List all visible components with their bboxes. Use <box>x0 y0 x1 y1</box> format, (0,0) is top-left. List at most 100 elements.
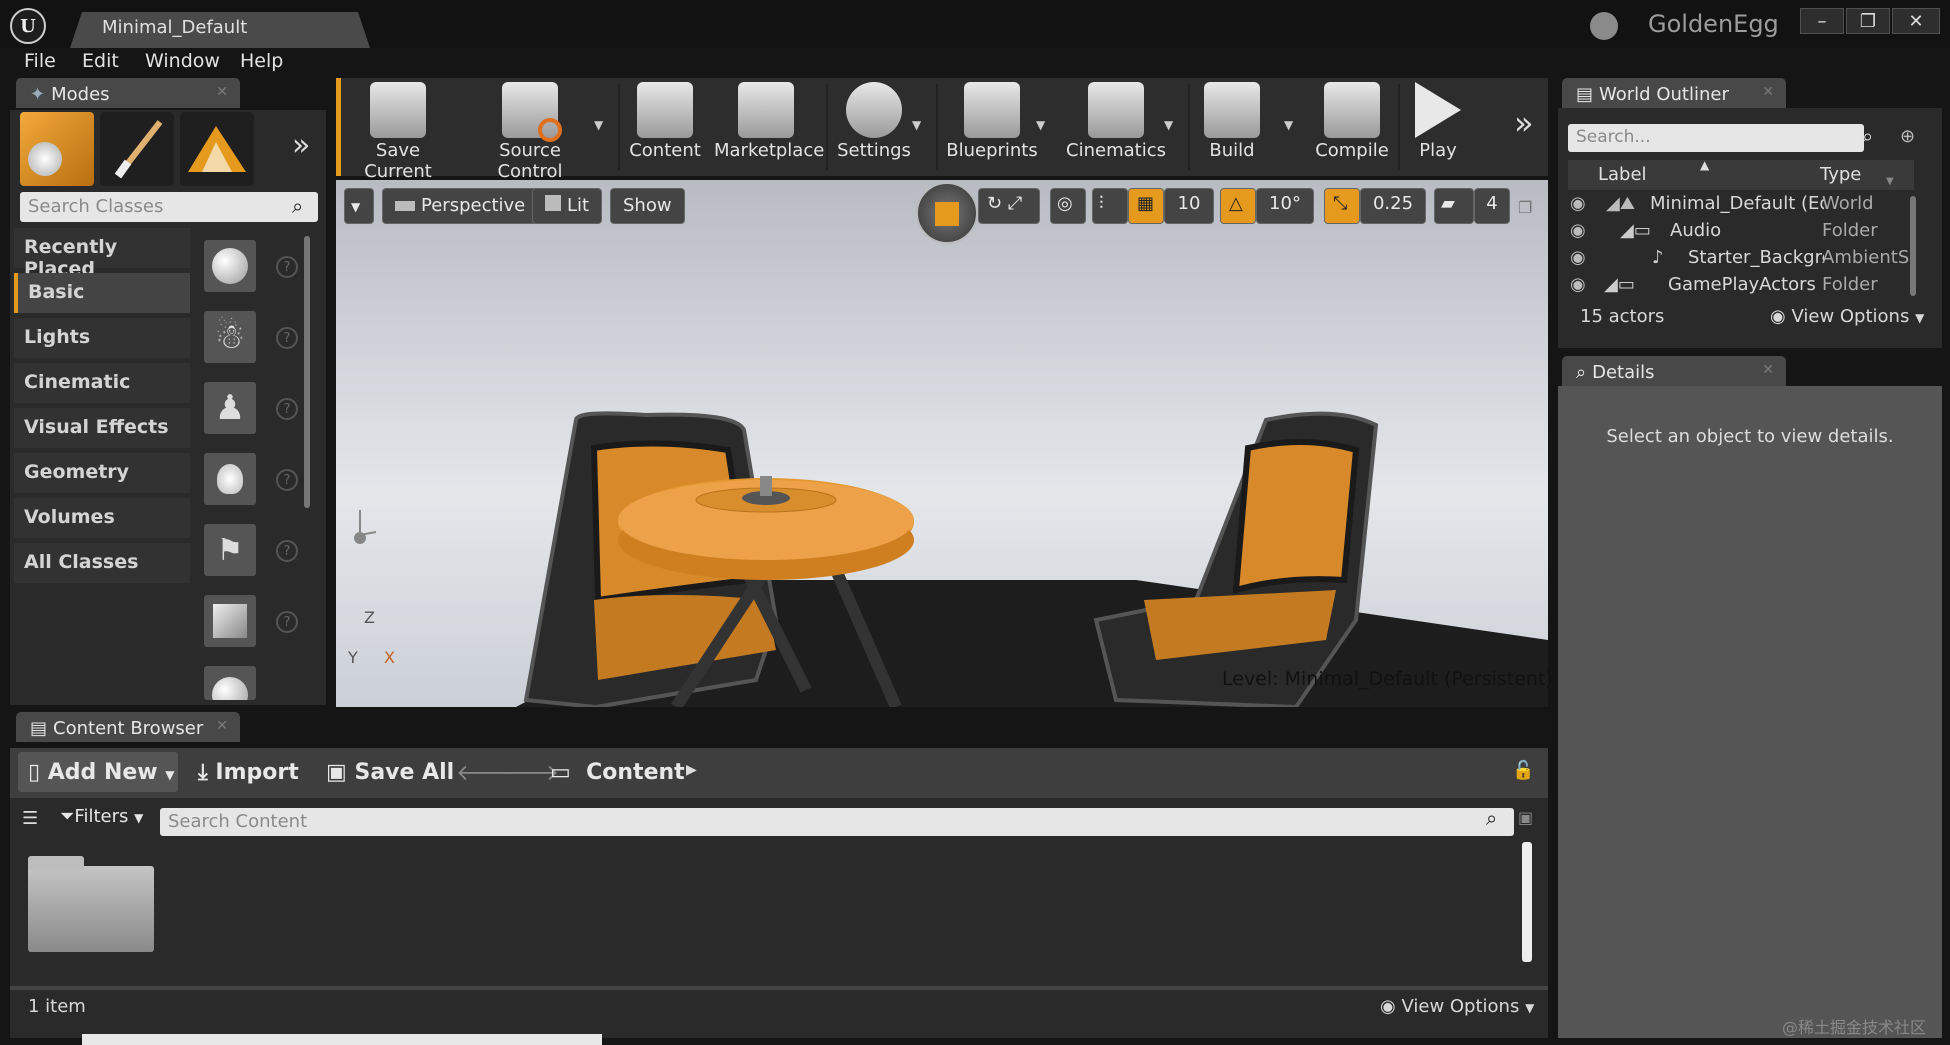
import-button[interactable]: ⤓ Import <box>198 752 299 792</box>
help-icon[interactable]: ? <box>276 540 298 562</box>
camera-speed-value[interactable]: 4 <box>1474 188 1510 224</box>
help-icon[interactable]: ? <box>276 327 298 349</box>
help-icon[interactable]: ? <box>276 469 298 491</box>
search-icon[interactable]: ⌕ <box>292 194 303 218</box>
category-basic[interactable]: Basic <box>14 273 190 313</box>
search-icon[interactable]: ⌕ <box>1862 124 1873 148</box>
light-bulb-icon[interactable] <box>204 453 256 505</box>
search-classes-input[interactable]: Search Classes <box>20 192 318 222</box>
menu-window[interactable]: Window <box>145 50 220 72</box>
outliner-scrollbar[interactable] <box>1910 196 1916 296</box>
eye-icon[interactable]: ◉ <box>1570 220 1586 241</box>
place-mode-button[interactable] <box>20 112 94 186</box>
camera-speed-button[interactable]: ▰ <box>1434 188 1474 224</box>
path-content[interactable]: ▭ Content <box>550 752 685 792</box>
chevron-down-icon[interactable]: ▼ <box>594 118 603 132</box>
add-new-button[interactable]: ▯ Add New ▼ <box>18 752 178 792</box>
help-icon[interactable]: ? <box>276 611 298 633</box>
category-cinematic[interactable]: Cinematic <box>14 363 190 403</box>
minimize-button[interactable]: – <box>1800 8 1844 34</box>
eye-icon[interactable]: ◉ <box>1570 274 1586 295</box>
save-all-button[interactable]: ▣ Save All <box>326 752 454 792</box>
outliner-search-input[interactable]: Search... <box>1568 124 1864 152</box>
grid-snap-toggle[interactable]: ▦ <box>1128 188 1164 224</box>
paint-mode-button[interactable] <box>100 112 174 186</box>
chevron-down-icon[interactable]: ▼ <box>1886 176 1894 187</box>
sphere-icon[interactable] <box>204 666 256 700</box>
content-view-options-button[interactable]: ◉ View Options ▼ <box>1380 996 1534 1017</box>
modes-scrollbar[interactable] <box>304 236 310 508</box>
translate-gizmo[interactable] <box>916 182 978 244</box>
close-icon[interactable]: ✕ <box>1762 84 1774 100</box>
source-control-button[interactable]: Source Control <box>466 82 594 182</box>
maximize-viewport-icon[interactable]: ❐ <box>1518 198 1532 217</box>
level-viewport[interactable] <box>336 180 1548 707</box>
category-all-classes[interactable]: All Classes <box>14 543 190 583</box>
world-outliner-tab[interactable]: ▤ World Outliner ✕ <box>1562 78 1786 108</box>
help-icon[interactable]: ? <box>276 256 298 278</box>
category-visual-effects[interactable]: Visual Effects <box>14 408 190 448</box>
save-current-button[interactable]: Save Current <box>346 82 450 182</box>
cinematics-button[interactable]: Cinematics <box>1066 82 1166 172</box>
blueprints-button[interactable]: Blueprints <box>946 82 1038 172</box>
chevron-down-icon[interactable]: ▼ <box>1036 118 1045 132</box>
pawn-icon[interactable]: ♟ <box>204 382 256 434</box>
category-volumes[interactable]: Volumes <box>14 498 190 538</box>
toolbar-expand-icon[interactable]: » <box>1514 104 1534 142</box>
scale-snap-toggle[interactable]: ⤡ <box>1324 188 1360 224</box>
player-start-icon[interactable]: ⚑ <box>204 524 256 576</box>
sources-panel-toggle-icon[interactable]: ☰ <box>22 808 38 829</box>
search-icon[interactable]: ⌕ <box>1486 806 1497 830</box>
category-geometry[interactable]: Geometry <box>14 453 190 493</box>
menu-file[interactable]: File <box>24 50 56 72</box>
close-icon[interactable]: ✕ <box>1762 362 1774 378</box>
outliner-row[interactable]: ◉ ◢⛰ Minimal_Default (Ed World <box>1566 193 1912 220</box>
surface-snap-button[interactable]: ⫶ <box>1092 188 1128 224</box>
chevron-down-icon[interactable]: ▼ <box>1164 118 1173 132</box>
menu-edit[interactable]: Edit <box>82 50 119 72</box>
column-type-header[interactable]: Type <box>1820 164 1861 185</box>
menu-help[interactable]: Help <box>240 50 283 72</box>
outliner-row[interactable]: ◉ ♪ Starter_Backgrc AmbientSo <box>1566 247 1912 274</box>
close-window-button[interactable]: ✕ <box>1892 8 1940 34</box>
eye-icon[interactable]: ◉ <box>1570 193 1586 214</box>
lock-icon[interactable]: 🔓 <box>1512 760 1534 781</box>
add-actor-icon[interactable]: ⊕ <box>1900 126 1915 147</box>
lit-button[interactable]: Lit <box>532 188 603 224</box>
outliner-row[interactable]: ◉ ◢▭ GamePlayActors Folder <box>1566 274 1912 296</box>
eye-icon[interactable]: ◉ <box>1570 247 1586 268</box>
viewport-options-button[interactable]: ▼ <box>344 188 374 224</box>
chevron-right-icon[interactable]: ▶ <box>686 762 697 778</box>
maximize-button[interactable]: ❐ <box>1846 8 1890 34</box>
rotation-snap-toggle[interactable]: △ <box>1220 188 1256 224</box>
play-button[interactable]: Play <box>1404 82 1472 172</box>
landscape-mode-button[interactable] <box>180 112 254 186</box>
rotation-snap-value[interactable]: 10° <box>1256 188 1314 224</box>
document-tab[interactable]: Minimal_Default <box>70 12 370 48</box>
chevron-down-icon[interactable]: ▼ <box>912 118 921 132</box>
settings-button[interactable]: Settings <box>836 82 912 172</box>
build-button[interactable]: Build <box>1200 82 1264 172</box>
folder-icon[interactable] <box>28 856 154 952</box>
details-tab[interactable]: ⌕ Details ✕ <box>1562 356 1786 386</box>
cube-icon[interactable] <box>204 595 256 647</box>
show-button[interactable]: Show <box>610 188 685 224</box>
content-button[interactable]: Content <box>628 82 702 172</box>
perspective-button[interactable]: Perspective <box>382 188 539 224</box>
category-recently-placed[interactable]: Recently Placed <box>14 228 190 280</box>
column-label-header[interactable]: Label <box>1598 164 1647 185</box>
modes-tab[interactable]: ✦ Modes ✕ <box>16 78 240 108</box>
search-content-input[interactable]: Search Content <box>160 808 1514 836</box>
content-browser-tab[interactable]: ▤ Content Browser ✕ <box>16 712 240 742</box>
marketplace-button[interactable]: Marketplace <box>714 82 824 172</box>
save-search-icon[interactable]: ▣ <box>1518 808 1533 827</box>
close-icon[interactable]: ✕ <box>216 84 228 100</box>
modes-expand-icon[interactable]: » <box>292 128 310 163</box>
outliner-row[interactable]: ◉ ◢▭ Audio Folder <box>1566 220 1912 247</box>
world-space-button[interactable]: ◎ <box>1050 188 1086 224</box>
grid-snap-value[interactable]: 10 <box>1164 188 1214 224</box>
content-scrollbar[interactable] <box>1522 842 1532 962</box>
mannequin-icon[interactable]: ☃ <box>204 311 256 363</box>
close-icon[interactable]: ✕ <box>216 718 228 734</box>
help-icon[interactable]: ? <box>276 398 298 420</box>
